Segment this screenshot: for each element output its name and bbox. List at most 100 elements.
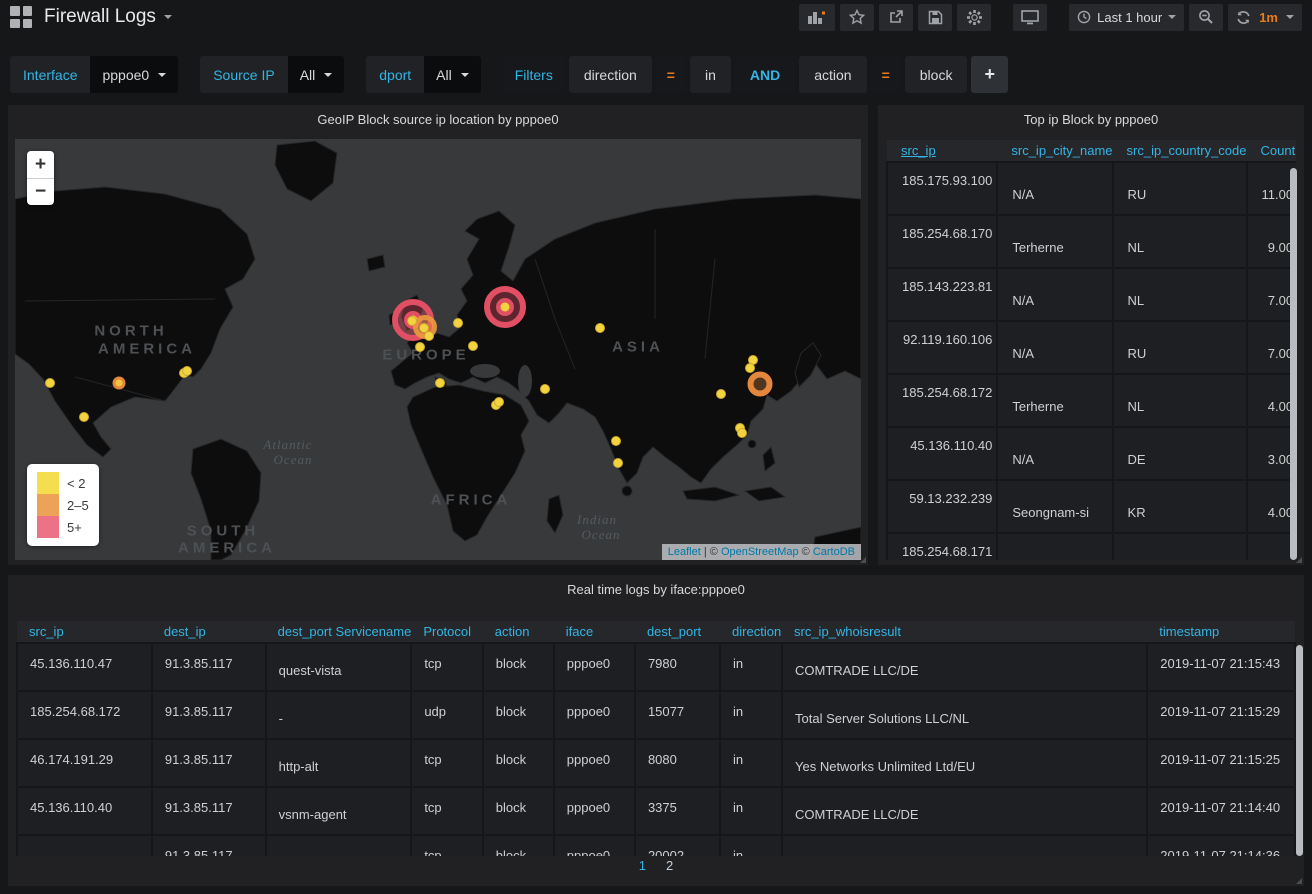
save-button[interactable] <box>918 4 952 31</box>
filter-operator[interactable]: = <box>871 56 901 93</box>
map-marker-dot[interactable] <box>745 363 755 373</box>
table-cell: 3375 <box>635 787 720 835</box>
map-marker-dot[interactable] <box>716 389 726 399</box>
variable-value-dropdown[interactable]: All <box>424 56 481 93</box>
table-cell: N/A <box>997 321 1112 374</box>
table-cell: block <box>483 787 554 835</box>
share-button[interactable] <box>879 4 913 31</box>
map-marker-dot[interactable] <box>613 458 623 468</box>
world-map[interactable]: NORTHAMERICAEUROPEASIAAFRICASOUTHAMERICA… <box>15 139 861 560</box>
logs-panel-title[interactable]: Real time logs by iface:pppoe0 <box>8 575 1304 605</box>
top-column-header[interactable]: src_ip <box>887 140 997 162</box>
table-cell: 8080 <box>635 739 720 787</box>
table-cell: 3.00 <box>1247 427 1297 480</box>
map-zoom-in-button[interactable]: + <box>27 151 54 178</box>
map-marker-dot[interactable] <box>435 378 445 388</box>
logs-column-header[interactable]: dest_port <box>635 621 720 643</box>
logs-table-scrollbar[interactable] <box>1296 645 1303 856</box>
page-number[interactable]: 1 <box>639 858 646 873</box>
attribution-link[interactable]: Leaflet <box>668 546 701 558</box>
time-range-picker[interactable]: Last 1 hour <box>1069 4 1184 31</box>
table-cell: 20002 <box>635 835 720 856</box>
top-table-scrollbar[interactable] <box>1290 168 1297 560</box>
add-filter-button[interactable]: + <box>971 56 1008 93</box>
page-number[interactable]: 2 <box>666 858 673 873</box>
logs-column-header[interactable]: dest_ip <box>152 621 266 643</box>
map-marker-dot[interactable] <box>595 323 605 333</box>
map-marker-dot[interactable] <box>424 331 434 341</box>
filter-segment[interactable]: direction <box>569 56 652 93</box>
map-marker-dot[interactable] <box>453 318 463 328</box>
attribution-link[interactable]: OpenStreetMap <box>721 546 799 558</box>
logs-column-header[interactable]: dest_port Servicename <box>266 621 412 643</box>
table-cell: pppoe0 <box>554 643 635 691</box>
dashboard-title-dropdown[interactable]: Firewall Logs <box>44 6 172 28</box>
star-button[interactable] <box>840 4 874 31</box>
table-cell: in <box>720 643 782 691</box>
logs-column-header[interactable]: iface <box>554 621 635 643</box>
map-marker-dot[interactable] <box>415 342 425 352</box>
map-marker-dot[interactable] <box>737 428 747 438</box>
variable-value-dropdown[interactable]: All <box>288 56 345 93</box>
table-cell: NL <box>1113 215 1247 268</box>
logs-column-header[interactable]: src_ip_whoisresult <box>782 621 1147 643</box>
variable-dport: dportAll <box>366 56 480 93</box>
table-cell: block <box>483 739 554 787</box>
zoom-out-button[interactable] <box>1189 4 1223 31</box>
table-cell: - <box>266 691 412 739</box>
map-marker-dot[interactable] <box>468 341 478 351</box>
navbar: Firewall Logs <box>0 0 1312 34</box>
map-marker-dot[interactable] <box>407 316 417 326</box>
top-column-header[interactable]: src_ip_country_code <box>1113 140 1247 162</box>
table-cell: http-alt <box>266 739 412 787</box>
table-cell: pppoe0 <box>554 739 635 787</box>
add-panel-button[interactable] <box>799 4 835 31</box>
map-marker-dot[interactable] <box>611 436 621 446</box>
logs-column-header[interactable]: action <box>483 621 554 643</box>
filter-segment[interactable]: action <box>799 56 866 93</box>
table-cell: 46.174.191.29 <box>17 739 152 787</box>
logs-column-header[interactable]: Protocol <box>411 621 482 643</box>
table-cell: 45.136.110.47 <box>17 643 152 691</box>
logs-column-header[interactable]: direction <box>720 621 782 643</box>
logs-column-header[interactable]: timestamp <box>1147 621 1295 643</box>
variable-value-dropdown[interactable]: pppoe0 <box>90 56 178 93</box>
table-cell: 2019-11-07 21:15:25 <box>1147 739 1295 787</box>
logs-column-header[interactable]: src_ip <box>17 621 152 643</box>
map-marker-red-ring[interactable] <box>484 286 526 328</box>
map-marker-orange-dot[interactable] <box>113 377 126 390</box>
chevron-down-icon <box>158 73 166 77</box>
filter-operator[interactable]: = <box>656 56 686 93</box>
map-marker-dot[interactable] <box>494 397 504 407</box>
map-marker-dot[interactable] <box>45 378 55 388</box>
refresh-button[interactable]: 1m <box>1228 4 1302 31</box>
map-zoom-out-button[interactable]: − <box>27 178 54 205</box>
map-marker-orange-ring[interactable] <box>748 372 773 397</box>
table-cell: Terherne <box>997 215 1112 268</box>
table-cell: 2019-11-07 21:14:36 <box>1147 835 1295 856</box>
top-column-header[interactable]: src_ip_city_name <box>997 140 1112 162</box>
table-cell: commtact-http <box>266 835 412 856</box>
dashboard-grid-icon[interactable] <box>10 6 32 28</box>
table-cell: quest-vista <box>266 643 412 691</box>
dashboard-brand: Firewall Logs <box>10 6 172 28</box>
table-cell: pppoe0 <box>554 835 635 856</box>
cycle-view-button[interactable] <box>1013 4 1047 31</box>
table-cell: 45.136.110.40 <box>887 427 997 480</box>
filter-segment[interactable]: block <box>905 56 968 93</box>
map-marker-dot[interactable] <box>182 366 192 376</box>
map-marker-dot[interactable] <box>79 412 89 422</box>
filter-segment[interactable]: in <box>690 56 731 93</box>
table-cell: tcp <box>411 835 482 856</box>
top-column-header[interactable]: Count <box>1247 140 1297 162</box>
variable-label: Source IP <box>200 56 287 93</box>
table-cell: 91.3.85.117 <box>152 787 266 835</box>
adhoc-segments: direction=inANDaction=block <box>569 56 968 93</box>
filter-condition[interactable]: AND <box>735 56 795 93</box>
table-row: 185.143.223.81N/ANL7.00 <box>887 268 1296 321</box>
settings-button[interactable] <box>957 4 991 31</box>
top-panel-title[interactable]: Top ip Block by pppoe0 <box>878 105 1304 135</box>
map-marker-dot[interactable] <box>540 384 550 394</box>
map-panel-title[interactable]: GeoIP Block source ip location by pppoe0 <box>8 105 868 135</box>
attribution-link[interactable]: CartoDB <box>813 546 855 558</box>
